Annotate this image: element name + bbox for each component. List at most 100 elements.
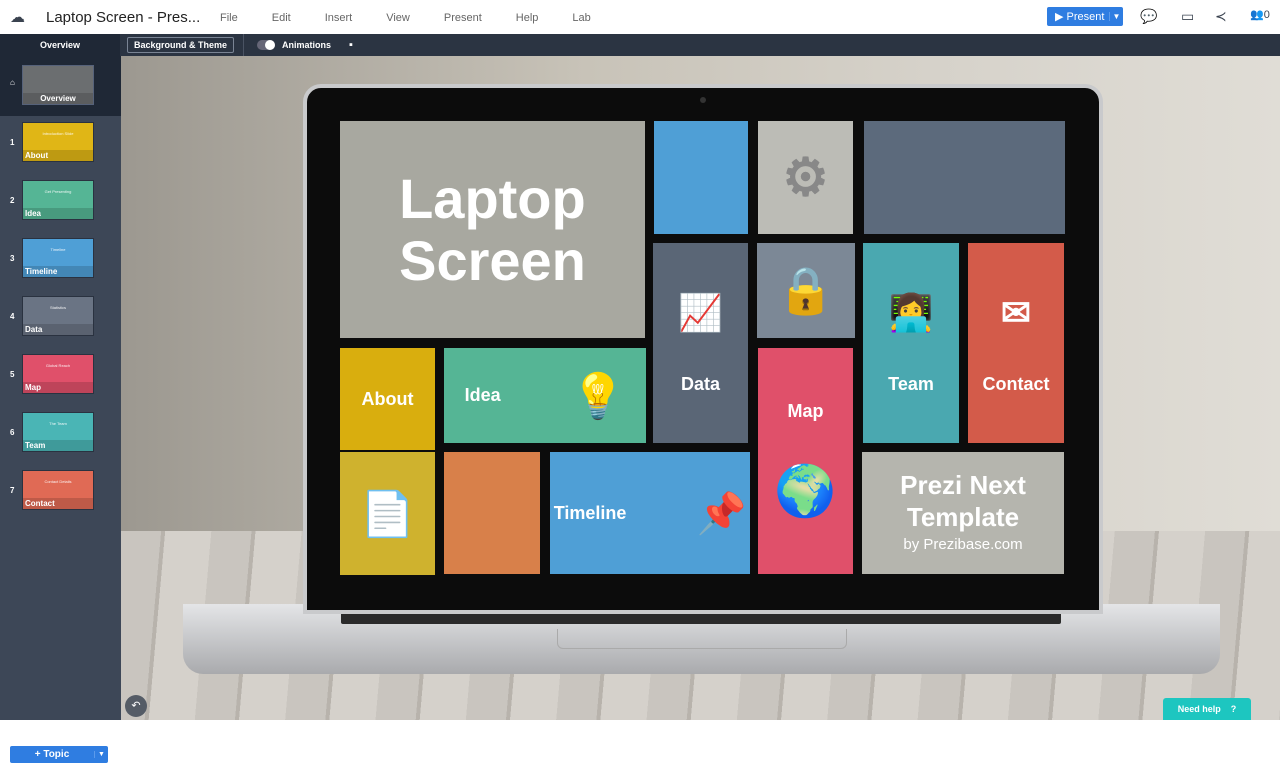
topic-number: 4 (10, 312, 15, 321)
menu-view[interactable]: View (386, 12, 410, 24)
canvas[interactable]: Laptop Screen ⚙ 📈 Data 🔒 👩‍💻 Team ✉ Contact About 📄… (121, 56, 1280, 720)
topic-number: 3 (10, 254, 15, 263)
menu-present[interactable]: Present (444, 12, 482, 24)
overview-thumbnail[interactable]: Overview (22, 65, 94, 105)
timeline-tile[interactable]: Timeline 📌 (550, 452, 750, 574)
overview-tab[interactable]: Overview (0, 34, 120, 56)
about-label: About (361, 388, 414, 409)
map-label: Map (787, 401, 824, 421)
idea-tile[interactable]: Idea 💡 (444, 348, 646, 443)
contact-tile[interactable]: ✉ Contact (968, 243, 1064, 443)
lightbulb-icon: 💡 (570, 371, 626, 421)
chart-icon: 📈 (678, 291, 723, 333)
topic-thumbnail-about[interactable]: Introduction Slide About (22, 122, 94, 162)
orange-tile[interactable] (444, 452, 540, 574)
title-line2: Screen (399, 228, 586, 292)
laptop-trackpad (557, 629, 847, 649)
menu-help[interactable]: Help (516, 12, 539, 24)
team-tile[interactable]: 👩‍💻 Team (863, 243, 959, 443)
team-label: Team (888, 373, 934, 394)
title-tile[interactable]: Laptop Screen (340, 121, 645, 338)
map-tile[interactable]: Map 🌍 (758, 348, 853, 574)
slate-tile[interactable] (864, 121, 1065, 234)
contact-label: Contact (982, 373, 1050, 394)
top-bar: ☁ Laptop Screen - Pres... File Edit Insert… (0, 0, 1280, 34)
topic-thumbnail-contact[interactable]: Contact Details Contact (22, 470, 94, 510)
need-help-button[interactable]: Need help? (1163, 698, 1251, 720)
thumb-label: About (23, 150, 93, 161)
topic-thumbnail-timeline[interactable]: Timeline Timeline (22, 238, 94, 278)
thumb-label: Map (23, 382, 93, 393)
back-button[interactable]: ↶ (125, 695, 147, 717)
person-laptop-icon: 👩‍💻 (888, 291, 934, 333)
envelope-icon: ✉ (1000, 291, 1032, 333)
thumb-title: Get Presenting (44, 189, 72, 194)
topic-thumbnail-team[interactable]: The Team Team (22, 412, 94, 452)
share-icon[interactable]: ≺ (1215, 8, 1227, 25)
add-topic-dropdown[interactable]: ▼ (94, 751, 108, 758)
topic-number: 1 (10, 138, 15, 147)
documents-tile[interactable]: 📄 (340, 452, 435, 575)
menu-lab[interactable]: Lab (572, 12, 590, 24)
thumb-label: Timeline (23, 266, 93, 277)
prezi-line1: Prezi Next (900, 470, 1026, 500)
overview-thumb-label: Overview (23, 93, 93, 104)
pushpin-icon: 📌 (696, 491, 747, 536)
data-label: Data (680, 373, 720, 394)
thumb-title: Statistics (49, 305, 66, 310)
collaborator-count: 0 (1263, 9, 1270, 21)
menu-bar: File Edit Insert View Present Help Lab (220, 8, 625, 26)
prezi-tile[interactable]: Prezi Next Template by Prezibase.com (862, 452, 1064, 574)
sidebar: ⌂ Overview 1 Introduction Slide About 2 Ge… (0, 56, 121, 763)
prezi-line2: Template (906, 502, 1020, 532)
background-theme-button[interactable]: Background & Theme (127, 37, 235, 53)
thumb-title: The Team (49, 421, 67, 426)
cast-laptop-icon[interactable]: ▭ (1181, 8, 1194, 25)
topic-number: 6 (10, 428, 15, 437)
menu-file[interactable]: File (220, 12, 238, 24)
menu-insert[interactable]: Insert (325, 12, 353, 24)
gear-icon: ⚙ (782, 148, 829, 207)
thumb-title: Global Reach (45, 363, 71, 368)
present-button[interactable]: ▶ Present ▼ (1047, 7, 1123, 26)
settings-tile[interactable]: ⚙ (758, 121, 853, 234)
comments-icon[interactable]: 💬 (1140, 8, 1157, 25)
prezi-by: by Prezibase.com (903, 536, 1023, 553)
thumb-title: Timeline (50, 247, 66, 252)
divider (243, 34, 245, 56)
about-tile[interactable]: About (340, 348, 435, 450)
cloud-icon[interactable]: ☁ (10, 8, 30, 26)
add-topic-button[interactable]: + Topic ▼ (10, 746, 108, 763)
topic-number: 2 (10, 196, 15, 205)
menu-edit[interactable]: Edit (272, 12, 291, 24)
animations-toggle[interactable] (257, 40, 276, 50)
lock-tile[interactable]: 🔒 (757, 243, 855, 338)
blue-tile[interactable] (654, 121, 748, 234)
data-tile[interactable]: 📈 Data (653, 243, 748, 443)
thumb-label: Idea (23, 208, 93, 219)
toolbar: Overview Background & Theme Animations ▪ (0, 34, 1280, 56)
topic-number: 7 (10, 486, 15, 495)
topic-thumbnail-data[interactable]: Statistics Data (22, 296, 94, 336)
globe-icon: 🌍 (774, 463, 837, 519)
topic-thumbnail-map[interactable]: Global Reach Map (22, 354, 94, 394)
topic-thumbnail-idea[interactable]: Get Presenting Idea (22, 180, 94, 220)
presentation-title[interactable]: Laptop Screen - Pres... (46, 9, 206, 26)
play-icon: ▶ (1055, 11, 1067, 23)
idea-label: Idea (464, 385, 501, 405)
home-icon: ⌂ (10, 78, 15, 87)
timeline-label: Timeline (553, 502, 627, 523)
overview-item[interactable]: ⌂ Overview (0, 56, 121, 116)
lock-icon: 🔒 (777, 264, 835, 316)
thumb-label: Data (23, 324, 93, 335)
title-line1: Laptop (399, 166, 586, 230)
present-dropdown[interactable]: ▼ (1109, 12, 1123, 21)
collaborators-icon[interactable]: 👥0 (1250, 8, 1270, 21)
thumb-title: Introduction Slide (42, 131, 74, 136)
webcam (700, 97, 706, 103)
animations-label: Animations (282, 40, 332, 50)
comment-icon[interactable]: ▪ (349, 39, 353, 51)
need-help-label: Need help (1177, 704, 1221, 714)
thumb-label: Contact (23, 498, 93, 509)
help-icon: ? (1230, 704, 1237, 714)
